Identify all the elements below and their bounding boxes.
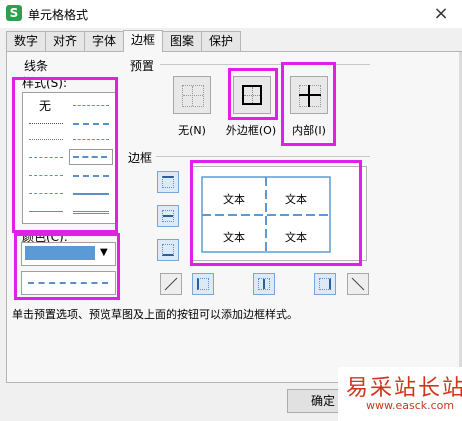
diagonal-up-icon — [164, 277, 178, 291]
watermark-title: 易采站长站 — [346, 376, 462, 401]
border-top-button[interactable] — [157, 171, 179, 193]
border-inside-horizontal-button[interactable] — [157, 205, 179, 227]
tab-border[interactable]: 边框 — [123, 30, 163, 52]
line-group-title: 线条 — [24, 59, 49, 73]
border-diagonal-up-button[interactable] — [160, 273, 182, 295]
border-group-title: 边框 — [128, 151, 153, 165]
presets-group-title: 预置 — [130, 59, 155, 73]
border-bottom-icon — [162, 244, 174, 256]
diagonal-down-icon — [351, 277, 365, 291]
format-cells-dialog: S 单元格格式 × 数字 对齐 字体 边框 图案 保护 线条 样式(S): 无 … — [0, 0, 462, 421]
preset-none-button[interactable] — [173, 76, 211, 114]
highlight-box — [12, 77, 118, 233]
border-bottom-button[interactable] — [157, 239, 179, 261]
tab-alignment[interactable]: 对齐 — [45, 31, 85, 51]
border-inside-vertical-button[interactable] — [253, 273, 275, 295]
close-icon[interactable]: × — [428, 2, 454, 26]
title-bar: S 单元格格式 × — [0, 0, 462, 28]
border-left-button[interactable] — [192, 273, 214, 295]
border-left-icon — [197, 278, 209, 290]
border-diagonal-down-button[interactable] — [347, 273, 369, 295]
grid-none-icon — [182, 85, 204, 107]
tab-number[interactable]: 数字 — [6, 31, 46, 51]
preset-outline-label: 外边框(O) — [225, 124, 277, 137]
tab-pattern[interactable]: 图案 — [162, 31, 202, 51]
border-right-icon — [319, 278, 331, 290]
border-right-button[interactable] — [314, 273, 336, 295]
dialog-title: 单元格格式 — [28, 8, 89, 22]
highlight-box — [14, 233, 120, 300]
border-inside-horizontal-icon — [162, 210, 174, 222]
divider — [160, 64, 370, 65]
highlight-box — [228, 68, 278, 120]
watermark: 易采站长站 www.easck.com — [338, 367, 462, 421]
app-icon: S — [6, 5, 22, 21]
highlight-box — [190, 160, 362, 266]
highlight-box — [281, 62, 336, 146]
description-text: 单击预置选项、预览草图及上面的按钮可以添加边框样式。 — [12, 308, 298, 321]
tab-protection[interactable]: 保护 — [201, 31, 241, 51]
preset-none-label: 无(N) — [178, 124, 206, 137]
divider — [156, 156, 370, 157]
border-top-icon — [162, 176, 174, 188]
watermark-url: www.easck.com — [366, 399, 455, 412]
tab-font[interactable]: 字体 — [84, 31, 124, 51]
border-inside-vertical-icon — [258, 278, 270, 290]
